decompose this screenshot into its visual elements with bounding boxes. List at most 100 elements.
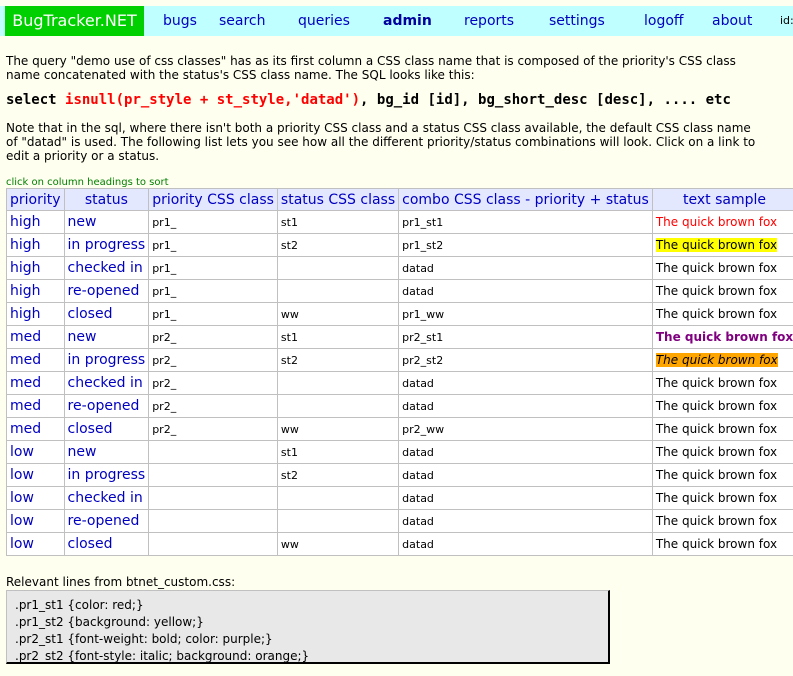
status-link[interactable]: checked in [63,371,150,395]
cell-pcss: pr1_ [148,210,278,234]
status-link[interactable]: closed [63,302,150,326]
cell-sample: The quick brown fox [651,394,793,418]
cell-sample: The quick brown fox [651,509,793,533]
priority-link[interactable]: low [6,440,65,464]
priority-link[interactable]: med [6,325,65,349]
cell-scss: st2 [276,233,400,257]
priority-link[interactable]: high [6,210,65,234]
nav-link-logoff[interactable]: logoff [644,6,684,36]
sql-suffix: , bg_id [id], bg_short_desc [desc], ....… [360,92,731,108]
table-row: high closed pr1_ ww pr1_ww The quick brown fo… [6,302,793,326]
priority-link[interactable]: low [6,486,65,510]
status-link[interactable]: checked in [63,256,150,280]
cell-pcss [148,532,278,556]
status-link[interactable]: checked in [63,486,150,510]
text-sample: The quick brown fox [655,238,778,252]
top-nav-bar: BugTracker.NET bugs search queries admin rep… [0,6,793,36]
nav-user-fragment: id: [780,14,793,27]
table-row: low new st1 datad The quick brown fox [6,440,793,464]
column-header-3[interactable]: status CSS class [276,188,400,211]
table-row: med closed pr2_ ww pr2_ww The quick brown fox [6,417,793,441]
text-sample: The quick brown fox [655,537,778,551]
status-link[interactable]: re-opened [63,394,150,418]
css-code-box: .pr1_st1 {color: red;} .pr1_st2 {backgrou… [6,590,610,664]
priority-link[interactable]: high [6,279,65,303]
cell-scss: st1 [276,210,400,234]
priority-link[interactable]: low [6,509,65,533]
priority-link[interactable]: low [6,532,65,556]
cell-combo: pr2_st2 [398,348,653,372]
note-text: Note that in the sql, where there isn't … [6,121,756,163]
intro-text: The query "demo use of css classes" has … [6,54,736,82]
status-link[interactable]: in progress [63,463,150,487]
priority-link[interactable]: high [6,302,65,326]
priority-link[interactable]: med [6,417,65,441]
css-line: .pr1_st2 {background: yellow;} [15,615,204,629]
nav-link-queries[interactable]: queries [298,6,350,36]
nav-link-admin[interactable]: admin [383,6,432,36]
priority-link[interactable]: med [6,371,65,395]
cell-combo: pr2_st1 [398,325,653,349]
nav-link-search[interactable]: search [219,6,266,36]
text-sample: The quick brown fox [655,468,778,482]
status-link[interactable]: new [63,325,150,349]
priority-status-table: priority status priority CSS class status C… [6,188,793,556]
cell-sample: The quick brown fox [651,371,793,395]
cell-scss [276,279,400,303]
cell-sample: The quick brown fox [651,279,793,303]
cell-pcss: pr2_ [148,371,278,395]
cell-combo: datad [398,532,653,556]
cell-scss [276,509,400,533]
cell-scss [276,371,400,395]
cell-sample: The quick brown fox [651,463,793,487]
css-label: Relevant lines from btnet_custom.css: [6,575,236,589]
sql-prefix: select [6,92,66,108]
nav-link-about[interactable]: about [712,6,752,36]
cell-combo: datad [398,509,653,533]
column-header-1[interactable]: status [63,188,150,211]
cell-combo: pr1_st1 [398,210,653,234]
text-sample: The quick brown fox [655,376,778,390]
text-sample: The quick brown fox [655,514,778,528]
priority-link[interactable]: med [6,394,65,418]
table-body: high new pr1_ st1 pr1_st1 The quick brown fox… [6,210,793,556]
priority-link[interactable]: med [6,348,65,372]
status-link[interactable]: re-opened [63,279,150,303]
status-link[interactable]: in progress [63,233,150,257]
cell-pcss: pr1_ [148,233,278,257]
status-link[interactable]: in progress [63,348,150,372]
priority-link[interactable]: high [6,256,65,280]
cell-pcss: pr2_ [148,394,278,418]
nav-link-settings[interactable]: settings [549,6,605,36]
column-header-4[interactable]: combo CSS class - priority + status [398,188,653,211]
table-header-row: priority status priority CSS class status C… [6,188,793,211]
cell-pcss: pr1_ [148,279,278,303]
status-link[interactable]: new [63,210,150,234]
status-link[interactable]: closed [63,532,150,556]
cell-scss: st2 [276,463,400,487]
cell-scss [276,256,400,280]
status-link[interactable]: closed [63,417,150,441]
status-link[interactable]: new [63,440,150,464]
column-header-0[interactable]: priority [6,188,65,211]
table-row: med new pr2_ st1 pr2_st1 The quick brown fox [6,325,793,349]
text-sample: The quick brown fox [655,307,778,321]
column-header-2[interactable]: priority CSS class [148,188,278,211]
cell-combo: datad [398,279,653,303]
text-sample: The quick brown fox [655,422,778,436]
status-link[interactable]: re-opened [63,509,150,533]
nav-link-bugs[interactable]: bugs [163,6,197,36]
cell-sample: The quick brown fox [651,210,793,234]
column-header-5[interactable]: text sample [651,188,793,211]
cell-combo: pr2_ww [398,417,653,441]
priority-link[interactable]: high [6,233,65,257]
app-logo[interactable]: BugTracker.NET [5,6,144,36]
table-row: high in progress pr1_ st2 pr1_st2 The quick b… [6,233,793,257]
cell-sample: The quick brown fox [651,348,793,372]
cell-combo: datad [398,463,653,487]
priority-link[interactable]: low [6,463,65,487]
table-row: low checked in datad The quick brown fox [6,486,793,510]
cell-sample: The quick brown fox [651,325,793,349]
nav-link-reports[interactable]: reports [464,6,514,36]
cell-pcss: pr1_ [148,256,278,280]
